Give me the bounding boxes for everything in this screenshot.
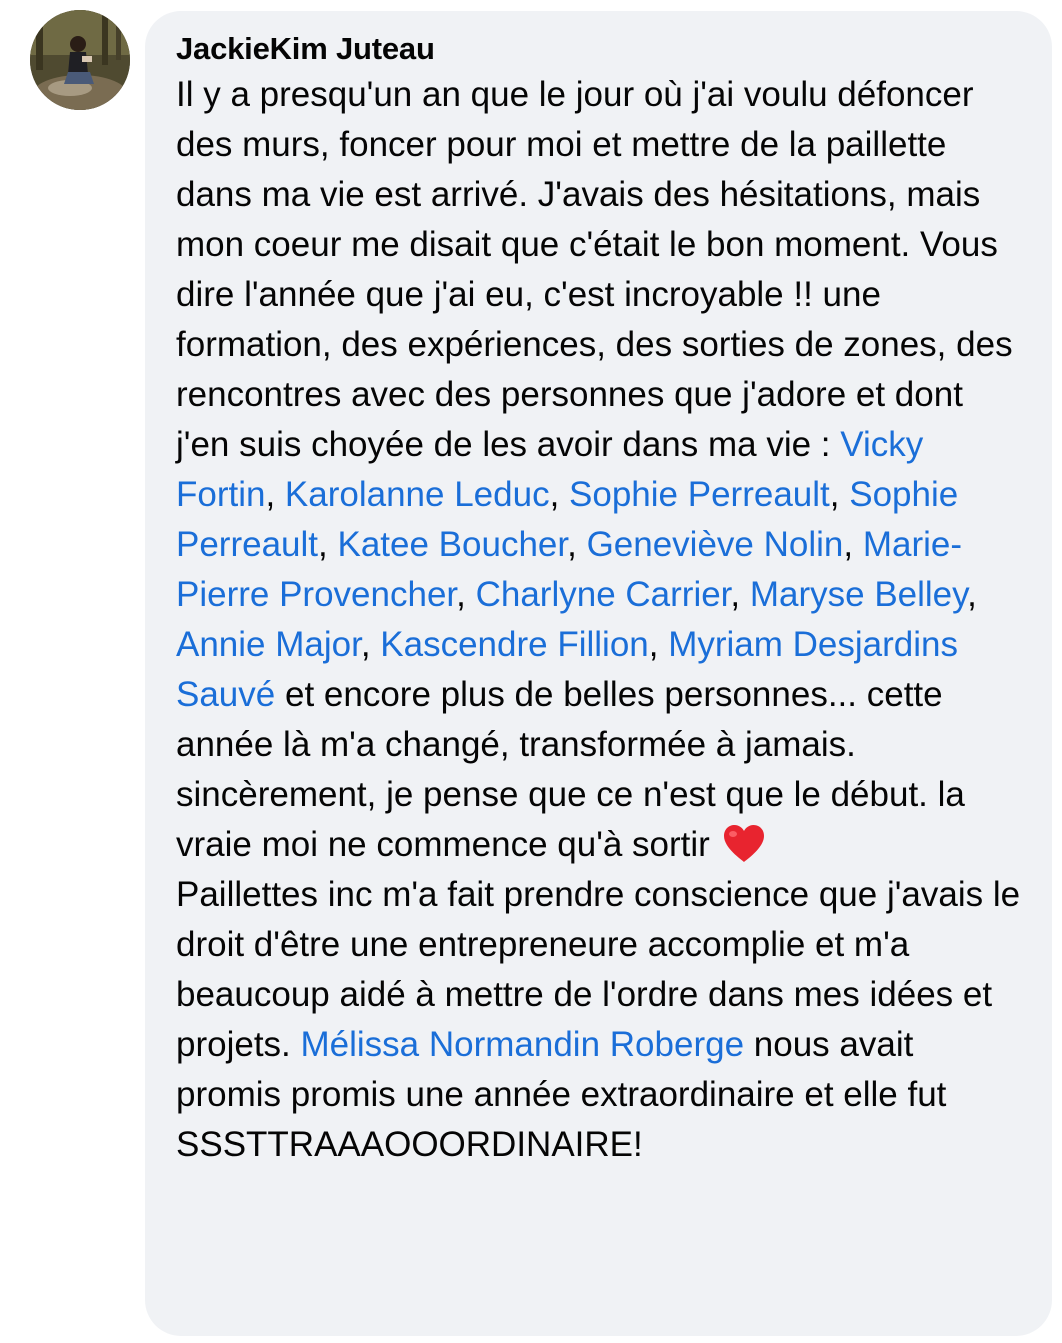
mention-link[interactable]: Annie Major [176, 625, 361, 664]
comment-text-segment: et encore plus de belles personnes... ce… [176, 675, 975, 864]
comment-text-segment: , [829, 475, 850, 514]
mention-link[interactable]: Sophie Perreault [569, 475, 830, 514]
comment-text-segment: , [730, 575, 750, 614]
mention-link[interactable]: Geneviève Nolin [587, 525, 844, 564]
comment-text-segment: , [265, 475, 285, 514]
comment-bubble: JackieKim Juteau Il y a presqu'un an que… [145, 11, 1052, 1336]
mention-link[interactable]: Charlyne Carrier [476, 575, 731, 614]
comment-text-segment: , [318, 525, 338, 564]
mention-link[interactable]: Mélissa Normandin Roberge [301, 1025, 745, 1064]
comment-text-segment: , [967, 575, 985, 614]
mention-link[interactable]: Karolanne Leduc [285, 475, 550, 514]
red-heart-icon [723, 825, 764, 862]
mention-link[interactable]: Kascendre Fillion [380, 625, 648, 664]
mention-link[interactable]: Maryse Belley [750, 575, 967, 614]
comment-text-segment: , [456, 575, 476, 614]
comment-text-segment: , [549, 475, 570, 514]
comment-text: Il y a presqu'un an que le jour où j'ai … [176, 70, 1024, 1170]
comment-text-segment: Il y a presqu'un an que le jour où j'ai … [176, 75, 1023, 464]
profile-photo-avatar-icon [30, 10, 130, 110]
comment: JackieKim Juteau Il y a presqu'un an que… [0, 0, 1062, 1343]
comment-text-segment: , [648, 625, 669, 664]
avatar[interactable] [30, 10, 130, 110]
mention-link[interactable]: Katee Boucher [337, 525, 567, 564]
comment-text-segment: , [567, 525, 587, 564]
comment-text-segment: , [360, 625, 381, 664]
comment-text-segment: , [843, 525, 863, 564]
comment-author[interactable]: JackieKim Juteau [176, 29, 1024, 69]
